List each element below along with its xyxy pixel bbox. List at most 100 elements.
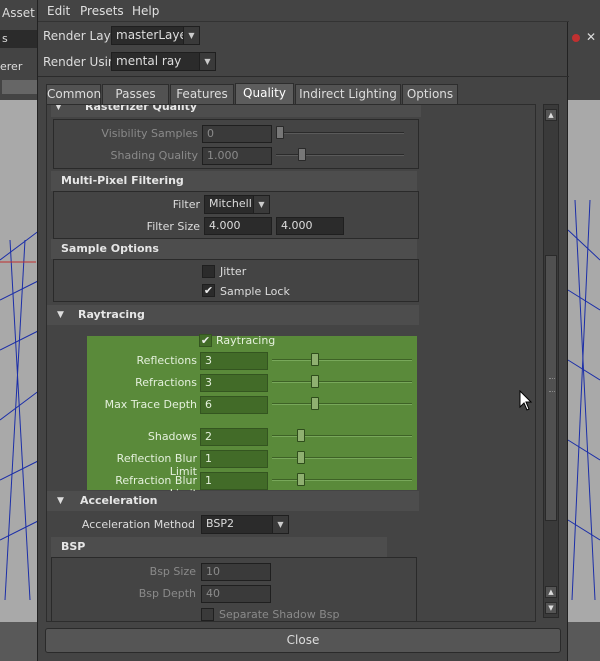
multipixel-frame: Filter Mitchell ▼ Filter Size 4.000 4.00… <box>53 191 419 239</box>
filter-size-y-field[interactable]: 4.000 <box>276 217 344 235</box>
shading-quality-field[interactable]: 1.000 <box>202 147 272 165</box>
filter-dropdown[interactable]: Mitchell ▼ <box>204 195 270 214</box>
background-field[interactable]: s <box>0 30 40 48</box>
chevron-down-icon: ▼ <box>183 27 199 44</box>
raytracing-checkbox[interactable]: ✔ <box>199 334 212 347</box>
rasterizer-frame: Visibility Samples 0 Shading Quality 1.0… <box>53 119 419 169</box>
separate-shadow-bsp-checkbox[interactable] <box>201 608 214 621</box>
tab-passes[interactable]: Passes <box>102 84 169 104</box>
background-label: erer <box>0 60 23 73</box>
filter-value: Mitchell <box>209 197 252 210</box>
tab-indirect-lighting[interactable]: Indirect Lighting <box>295 84 401 104</box>
bsp-frame: Bsp Size 10 Bsp Depth 40 Separate Shadow… <box>51 557 417 621</box>
chevron-down-icon: ▼ <box>272 516 288 533</box>
slider-handle[interactable] <box>298 148 306 161</box>
menu-edit[interactable]: Edit <box>47 4 70 18</box>
bsp-size-label: Bsp Size <box>149 565 196 578</box>
render-layer-value: masterLayer <box>116 28 192 42</box>
slider-handle[interactable] <box>276 126 284 139</box>
render-layer-dropdown[interactable]: masterLayer ▼ <box>111 26 200 45</box>
scroll-up-arrow-icon[interactable]: ▲ <box>545 586 557 598</box>
reflection-blur-limit-slider[interactable] <box>272 457 412 459</box>
menu-help[interactable]: Help <box>132 4 159 18</box>
chevron-down-icon: ▼ <box>253 196 269 213</box>
render-settings-dialog: Edit Presets Help Render Layer masterLay… <box>37 0 569 661</box>
background-right-panel: ✕ <box>568 0 600 100</box>
bsp-depth-field[interactable]: 40 <box>201 585 271 603</box>
refraction-blur-limit-slider[interactable] <box>272 479 412 481</box>
checkmark-icon: ✔ <box>203 284 214 297</box>
reflections-slider[interactable] <box>272 359 412 361</box>
scroll-up-arrow-icon[interactable]: ▲ <box>545 109 557 121</box>
visibility-samples-field[interactable]: 0 <box>202 125 272 143</box>
max-trace-depth-field[interactable]: 6 <box>200 396 268 414</box>
scrollbar-thumb[interactable] <box>545 255 557 521</box>
quality-settings-panel: ▼ Rasterizer Quality Visibility Samples … <box>46 104 536 622</box>
visibility-samples-slider[interactable] <box>276 132 404 134</box>
background-left-panel: Asset s erer <box>0 0 40 100</box>
max-trace-depth-label: Max Trace Depth <box>104 398 197 411</box>
jitter-label: Jitter <box>220 265 247 278</box>
grip-icon <box>549 378 555 392</box>
tab-quality[interactable]: Quality <box>235 83 294 104</box>
bsp-depth-label: Bsp Depth <box>138 587 196 600</box>
section-header-bsp[interactable]: BSP <box>51 537 387 557</box>
raytracing-enable-label: Raytracing <box>216 334 276 347</box>
tab-common[interactable]: Common <box>46 84 101 104</box>
checkmark-icon: ✔ <box>200 334 211 347</box>
section-header-raytracing[interactable]: ▼ Raytracing <box>47 305 419 325</box>
filter-label: Filter <box>172 198 200 211</box>
bsp-size-field[interactable]: 10 <box>201 563 271 581</box>
menu-presets[interactable]: Presets <box>80 4 124 18</box>
close-icon[interactable]: ✕ <box>586 30 596 44</box>
section-header-rasterizer[interactable]: ▼ Rasterizer Quality <box>51 104 421 117</box>
slider-handle[interactable] <box>297 429 305 442</box>
tab-options[interactable]: Options <box>402 84 458 104</box>
section-title: Rasterizer Quality <box>85 104 198 113</box>
slider-handle[interactable] <box>311 353 319 366</box>
background-toolbar[interactable] <box>2 80 38 94</box>
refractions-field[interactable]: 3 <box>200 374 268 392</box>
acceleration-method-value: BSP2 <box>206 517 234 530</box>
sample-lock-label: Sample Lock <box>220 285 290 298</box>
acceleration-method-dropdown[interactable]: BSP2 ▼ <box>201 515 289 534</box>
close-button[interactable]: Close <box>45 628 561 653</box>
slider-handle[interactable] <box>311 375 319 388</box>
section-header-acceleration[interactable]: ▼ Acceleration <box>47 491 419 511</box>
chevron-down-icon: ▼ <box>199 53 215 70</box>
divider <box>38 76 569 77</box>
refraction-blur-limit-field[interactable]: 1 <box>200 472 268 490</box>
render-using-value: mental ray <box>116 54 182 68</box>
sample-lock-checkbox[interactable]: ✔ <box>202 284 215 297</box>
raytracing-highlight-area: ✔ Raytracing Reflections 3 Refractions 3… <box>87 334 417 500</box>
background-tab-label: Asset <box>2 6 35 20</box>
filter-size-label: Filter Size <box>146 220 200 233</box>
slider-handle[interactable] <box>297 473 305 486</box>
shadows-field[interactable]: 2 <box>200 428 268 446</box>
refractions-slider[interactable] <box>272 381 412 383</box>
slider-handle[interactable] <box>297 451 305 464</box>
shading-quality-label: Shading Quality <box>110 149 199 162</box>
scroll-down-arrow-icon[interactable]: ▼ <box>545 602 557 614</box>
section-header-multipixel[interactable]: Multi-Pixel Filtering <box>51 171 417 191</box>
vertical-scrollbar[interactable]: ▲ ▲ ▼ <box>543 104 559 618</box>
slider-handle[interactable] <box>311 397 319 410</box>
filter-size-x-field[interactable]: 4.000 <box>204 217 272 235</box>
section-title: Acceleration <box>80 494 158 507</box>
tab-features[interactable]: Features <box>170 84 234 104</box>
section-header-sample-options[interactable]: Sample Options <box>51 239 417 259</box>
shading-quality-slider[interactable] <box>276 154 404 156</box>
reflections-field[interactable]: 3 <box>200 352 268 370</box>
collapse-arrow-icon: ▼ <box>57 496 64 506</box>
collapse-arrow-icon: ▼ <box>55 104 62 112</box>
render-using-dropdown[interactable]: mental ray ▼ <box>111 52 216 71</box>
shadows-slider[interactable] <box>272 435 412 437</box>
separate-shadow-bsp-label: Separate Shadow Bsp <box>219 608 340 621</box>
max-trace-depth-slider[interactable] <box>272 403 412 405</box>
jitter-checkbox[interactable] <box>202 265 215 278</box>
collapse-arrow-icon: ▼ <box>57 310 64 320</box>
reflection-blur-limit-field[interactable]: 1 <box>200 450 268 468</box>
reflections-label: Reflections <box>136 354 197 367</box>
acceleration-method-label: Acceleration Method <box>81 518 195 531</box>
record-icon[interactable] <box>572 34 580 42</box>
